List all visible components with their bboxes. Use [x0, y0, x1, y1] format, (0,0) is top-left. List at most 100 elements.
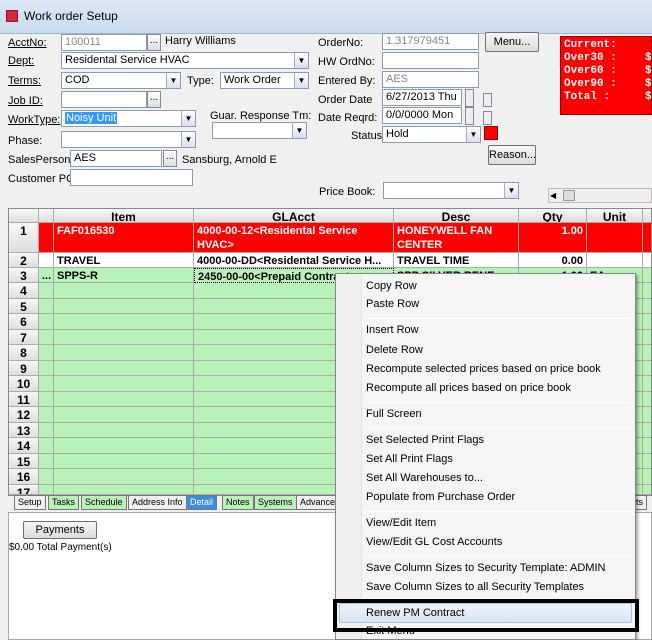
- grid-cell-x[interactable]: [39, 314, 54, 330]
- menu-item-recompute-selected-prices-based-on-price-book[interactable]: Recompute selected prices based on price…: [366, 363, 601, 375]
- grid-cell-z[interactable]: [643, 376, 651, 392]
- dept-select[interactable]: Residental Service HVAC ▼: [61, 52, 309, 69]
- menu-item-set-selected-print-flags[interactable]: Set Selected Print Flags: [366, 434, 484, 446]
- grid-cell-z[interactable]: [643, 253, 651, 268]
- grid-cell-item[interactable]: [54, 299, 194, 314]
- table-row[interactable]: 1 FAF016530 4000-00-12<Residental Service H…: [9, 223, 651, 253]
- salesperson-lookup-button[interactable]: ...: [163, 150, 177, 167]
- grid-cell-z[interactable]: [643, 283, 651, 299]
- grid-cell-item[interactable]: SPPS-R: [54, 268, 194, 283]
- grid-cell-x[interactable]: [39, 253, 54, 268]
- grid-cell-x[interactable]: [39, 345, 54, 361]
- grid-cell-z[interactable]: [643, 392, 651, 407]
- grid-cell-z[interactable]: [643, 423, 651, 438]
- grid-cell-unit[interactable]: [587, 253, 643, 268]
- table-row[interactable]: 2 TRAVEL 4000-00-DD<Residental Service H..…: [9, 253, 651, 268]
- grid-cell-item[interactable]: [54, 469, 194, 485]
- datereqrd-spinner[interactable]: [483, 111, 492, 125]
- column-header-qty[interactable]: Qty: [519, 209, 587, 223]
- menu-item-save-column-sizes-to-security-template-admin[interactable]: Save Column Sizes to Security Template: …: [366, 562, 605, 574]
- menu-item-set-all-warehouses-to[interactable]: Set All Warehouses to...: [366, 472, 483, 484]
- tab-notes[interactable]: Notes: [222, 495, 254, 510]
- grid-cell-z[interactable]: [643, 407, 651, 423]
- enteredby-field[interactable]: AES: [382, 71, 479, 88]
- grid-cell-x[interactable]: [39, 469, 54, 485]
- grid-cell-z[interactable]: [643, 330, 651, 345]
- grid-cell-qty[interactable]: 1.00: [519, 223, 587, 253]
- grid-cell-z[interactable]: [643, 299, 651, 314]
- column-header-desc[interactable]: Desc: [394, 209, 519, 223]
- grid-cell-item[interactable]: [54, 376, 194, 392]
- grid-cell-item[interactable]: FAF016530: [54, 223, 194, 253]
- grid-cell-x[interactable]: [39, 283, 54, 299]
- grid-cell-x[interactable]: [39, 454, 54, 469]
- column-header-unit[interactable]: Unit: [587, 209, 643, 223]
- grid-cell-x[interactable]: [39, 361, 54, 376]
- scroll-thumb[interactable]: [563, 190, 575, 201]
- grid-cell-x[interactable]: [39, 438, 54, 454]
- status-select[interactable]: Hold ▼: [382, 126, 481, 143]
- menu-item-recompute-all-prices-based-on-price-book[interactable]: Recompute all prices based on price book: [366, 382, 571, 394]
- grid-cell-item[interactable]: [54, 392, 194, 407]
- menu-item-view-edit-gl-cost-accounts[interactable]: View/Edit GL Cost Accounts: [366, 536, 502, 548]
- pricebook-select[interactable]: ▼: [383, 182, 519, 199]
- grid-cell-z[interactable]: [643, 438, 651, 454]
- grid-cell-x[interactable]: [39, 223, 54, 253]
- tab-systems[interactable]: Systems: [254, 495, 297, 510]
- grid-cell-z[interactable]: [643, 223, 651, 253]
- salesperson-field[interactable]: AES: [70, 150, 162, 167]
- grid-cell-x[interactable]: [39, 330, 54, 345]
- grid-cell-desc[interactable]: TRAVEL TIME: [394, 253, 519, 268]
- column-header-glacct[interactable]: GLAcct: [194, 209, 394, 223]
- grid-cell-gl[interactable]: 4000-00-DD<Residental Service H...: [194, 253, 394, 268]
- grid-cell-z[interactable]: [643, 268, 651, 283]
- tab-address-info[interactable]: Address Info: [128, 495, 187, 510]
- grid-cell-z[interactable]: [643, 345, 651, 361]
- menu-item-save-column-sizes-to-all-security-templates[interactable]: Save Column Sizes to all Security Templa…: [366, 581, 584, 593]
- orderdate-calendar-icon[interactable]: [465, 89, 474, 107]
- tab-setup[interactable]: Setup: [14, 495, 46, 510]
- reason-button[interactable]: Reason...: [488, 145, 536, 165]
- grid-cell-x[interactable]: [39, 423, 54, 438]
- menu-item-copy-row[interactable]: Copy Row: [366, 280, 417, 292]
- menu-item-insert-row[interactable]: Insert Row: [366, 324, 419, 336]
- grid-cell-x[interactable]: [39, 407, 54, 423]
- grid-cell-x[interactable]: [39, 376, 54, 392]
- grid-cell-item[interactable]: [54, 283, 194, 299]
- tab-tasks[interactable]: Tasks: [48, 495, 80, 510]
- acctno-field[interactable]: 100011: [61, 34, 147, 51]
- grid-cell-x[interactable]: [39, 392, 54, 407]
- grid-cell-item[interactable]: [54, 438, 194, 454]
- grid-cell-unit[interactable]: [587, 223, 643, 253]
- payments-button[interactable]: Payments: [23, 521, 97, 539]
- tab-schedule[interactable]: Schedule: [81, 495, 127, 510]
- datereqrd-field[interactable]: 0/0/0000 Mon: [382, 107, 462, 124]
- type-select[interactable]: Work Order ▼: [220, 72, 309, 89]
- grid-cell-z[interactable]: [643, 314, 651, 330]
- grid-cell-gl[interactable]: 4000-00-12<Residental Service HVAC>: [194, 223, 394, 253]
- grid-cell-item[interactable]: [54, 330, 194, 345]
- guar-response-select[interactable]: ▼: [212, 122, 307, 139]
- grid-cell-item[interactable]: [54, 345, 194, 361]
- orderdate-field[interactable]: 6/27/2013 Thu: [382, 89, 462, 106]
- jobid-lookup-button[interactable]: ...: [147, 91, 161, 108]
- grid-cell-desc[interactable]: HONEYWELL FAN CENTER: [394, 223, 519, 253]
- menu-button[interactable]: Menu...: [485, 32, 539, 52]
- menu-item-full-screen[interactable]: Full Screen: [366, 408, 422, 420]
- grid-cell-item[interactable]: TRAVEL: [54, 253, 194, 268]
- grid-cell-z[interactable]: [643, 454, 651, 469]
- grid-cell-x[interactable]: [39, 299, 54, 314]
- grid-cell-z[interactable]: [643, 469, 651, 485]
- hwordno-field[interactable]: [382, 52, 479, 69]
- grid-cell-item[interactable]: [54, 485, 194, 495]
- column-header-item[interactable]: Item: [54, 209, 194, 223]
- datereqrd-calendar-icon[interactable]: [465, 107, 474, 125]
- jobid-field[interactable]: [61, 91, 147, 108]
- acctno-lookup-button[interactable]: ...: [147, 34, 161, 51]
- horizontal-scrollbar[interactable]: ◀: [548, 188, 652, 203]
- terms-select[interactable]: COD ▼: [61, 72, 181, 89]
- worktype-select[interactable]: Noisy Unit ▼: [61, 110, 196, 127]
- customer-po-field[interactable]: [70, 169, 193, 186]
- grid-cell-item[interactable]: [54, 454, 194, 469]
- grid-cell-x[interactable]: [39, 485, 54, 495]
